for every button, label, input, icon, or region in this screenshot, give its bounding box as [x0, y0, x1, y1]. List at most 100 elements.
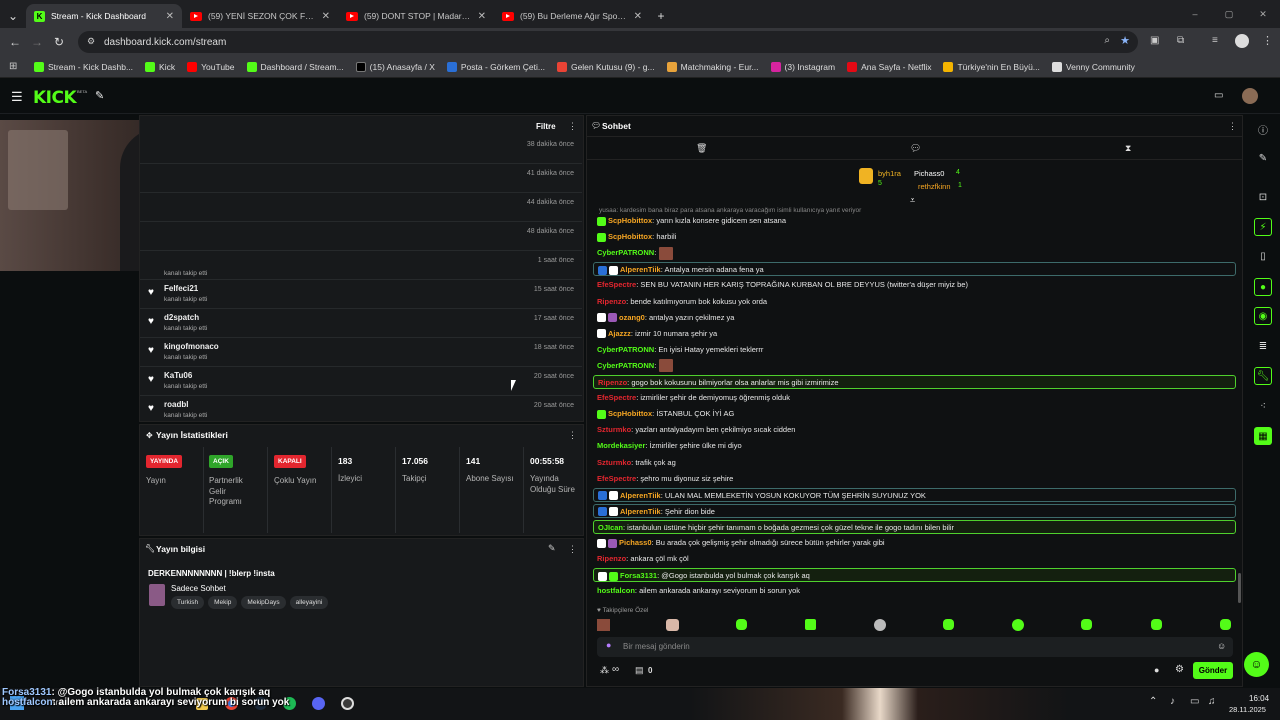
help-chat-button[interactable]: ☺	[1244, 652, 1269, 677]
microphone-icon[interactable]: ●	[606, 640, 611, 650]
zoom-icon[interactable]: ⌕	[1104, 35, 1110, 46]
chat-message[interactable]: AlperenTiik: ULAN MAL MEMLEKETİN YOSUN K…	[593, 487, 1236, 502]
volume-icon[interactable]: ♫	[1208, 696, 1216, 707]
hamburger-menu-icon[interactable]: ☰	[11, 89, 23, 105]
chat-username[interactable]: CyberPATRONN	[597, 361, 654, 370]
media-icon[interactable]: ≡	[1212, 35, 1218, 46]
chat-message[interactable]: AlperenTiik: Antalya mersin adana fena y…	[593, 262, 1236, 277]
bookmark-item[interactable]: Matchmaking - Eur...	[666, 61, 759, 72]
nodes-icon[interactable]: ⁖	[1254, 397, 1272, 415]
tray-chevron-icon[interactable]: ⌃	[1149, 696, 1157, 707]
tab-youtube-2[interactable]: (59) DONT STOP | Madara Oldu ✕	[338, 4, 494, 28]
wrench-tool-icon[interactable]: 🔧︎	[1254, 367, 1272, 385]
lightning-icon[interactable]: ⚡︎	[1254, 218, 1272, 236]
reload-icon[interactable]: ↻	[48, 35, 70, 49]
chat-message[interactable]: Ripenzo: ankara çöl mk çöl	[593, 552, 1236, 566]
chat-message[interactable]: Szturmko: yazları antalyadayım ben çekil…	[593, 423, 1236, 437]
discord-icon[interactable]	[312, 697, 325, 710]
tab-youtube-3[interactable]: (59) Bu Derleme Ağır Spoiler İç ✕	[494, 4, 650, 28]
tab-youtube-1[interactable]: (59) YENİ SEZON ÇOK FENA BA ✕	[182, 4, 338, 28]
back-icon[interactable]: ←	[4, 35, 26, 49]
chat-bubble-small-icon[interactable]: ●	[1154, 665, 1159, 675]
activity-menu-icon[interactable]: ⋮	[568, 121, 577, 132]
broadcast-icon[interactable]: ◉	[1254, 307, 1272, 325]
activity-username[interactable]: kingofmonaco	[164, 342, 219, 351]
chat-message[interactable]: EfeSpectre: şehro mu diyonuz siz şehire	[593, 472, 1236, 486]
profile-icon[interactable]	[1235, 34, 1249, 48]
activity-username[interactable]: Felfeci21	[164, 284, 198, 293]
info-icon[interactable]: ⓘ	[1254, 120, 1272, 138]
gifter-name[interactable]: Pichass0	[914, 169, 944, 178]
chat-message[interactable]: hostfalcon: ailem ankarada ankarayı sevi…	[593, 584, 1236, 598]
send-button[interactable]: Gönder	[1193, 662, 1233, 679]
obs-icon[interactable]	[341, 697, 354, 710]
close-tab-icon[interactable]: ✕	[478, 11, 486, 22]
close-tab-icon[interactable]: ✕	[634, 11, 642, 22]
clock-date[interactable]: 28.11.2025	[1229, 705, 1266, 714]
apps-grid-icon[interactable]: ⊞	[9, 61, 17, 72]
tab-trash[interactable]: 🗑︎	[696, 143, 707, 154]
chat-username[interactable]: Forsa3131	[620, 571, 657, 580]
chat-message[interactable]: Ajazzz: izmir 10 numara şehir ya	[593, 327, 1236, 341]
chat-message[interactable]: Forsa3131: @Gogo istanbulda yol bulmak ç…	[593, 568, 1236, 583]
chat-message[interactable]: Ripenzo: bende katılmıyorum bok kokusu y…	[593, 295, 1236, 309]
emote[interactable]	[666, 619, 679, 631]
chat-username[interactable]: AlperenTiik	[620, 491, 661, 500]
chat-message[interactable]: ScpHobittox: İSTANBUL ÇOK İYİ AG	[593, 407, 1236, 421]
chat-message[interactable]: ozang0: antalya yazın çekilmez ya	[593, 311, 1236, 325]
new-tab-button[interactable]: +	[650, 4, 672, 28]
avatar[interactable]	[1242, 88, 1258, 104]
chat-username[interactable]: Szturmko	[597, 425, 631, 434]
chat-username[interactable]: EfeSpectre	[597, 280, 636, 289]
stream-info-menu-icon[interactable]: ⋮	[568, 544, 577, 555]
chat-username[interactable]: Pichass0	[619, 538, 652, 547]
chat-message[interactable]: AlperenTiik: Şehir dion bide	[593, 503, 1236, 518]
bookmark-item[interactable]: Stream - Kick Dashb...	[34, 61, 133, 72]
pinned-chevron-icon[interactable]: ⩡	[910, 195, 915, 206]
bookmark-item[interactable]: Türkiye'nin En Büyü...	[943, 61, 1040, 72]
chat-username[interactable]: EfeSpectre	[597, 474, 636, 483]
bookmark-item[interactable]: (15) Anasayfa / X	[355, 61, 435, 72]
url-input[interactable]: ⚙ dashboard.kick.com/stream ⌕ ★	[78, 31, 1138, 53]
activity-username[interactable]: d2spatch	[164, 313, 199, 322]
page-icon[interactable]: ▯	[1254, 247, 1272, 265]
pin-icon[interactable]: ✎	[95, 89, 104, 102]
chat-message[interactable]: Mordekasiyer: İzmirliler şehire ülke mi …	[593, 439, 1236, 453]
chat-username[interactable]: ScpHobittox	[608, 216, 652, 225]
emote[interactable]	[874, 619, 886, 631]
grid-add-icon[interactable]: ▦	[1254, 427, 1272, 445]
bookmark-item[interactable]: Venny Community	[1051, 61, 1135, 72]
chat-message[interactable]: Ripenzo: gogo bok kokusunu bilmiyorlar o…	[593, 375, 1236, 389]
chat-username[interactable]: Szturmko	[597, 458, 631, 467]
filter-button[interactable]: Filtre	[536, 122, 556, 131]
menu-kebab-icon[interactable]: ⋮	[1262, 34, 1273, 47]
tag[interactable]: Mekip	[208, 596, 238, 609]
chat-username[interactable]: ScpHobittox	[608, 232, 652, 241]
emote[interactable]	[1220, 619, 1231, 630]
kick-logo[interactable]: KICK	[33, 88, 77, 108]
bookmark-item[interactable]: (3) Instagram	[770, 61, 835, 72]
chat-message[interactable]: ScpHobittox: harbili	[593, 230, 1236, 244]
chat-username[interactable]: Ripenzo	[597, 554, 626, 563]
chat-message[interactable]: OJIcan: istanbulun üstüne hiçbir şehir t…	[593, 519, 1236, 534]
tab-chat[interactable]: 💬︎	[910, 143, 921, 154]
chat-message[interactable]: CyberPATRONN: En iyisi Hatay yemekleri t…	[593, 343, 1236, 357]
network-icon[interactable]: ▭	[1190, 696, 1199, 707]
chat-username[interactable]: CyberPATRONN	[597, 345, 654, 354]
close-tab-icon[interactable]: ✕	[322, 11, 330, 22]
chat-input[interactable]: ● Bir mesaj gönderin ☺	[597, 637, 1233, 657]
chat-tool-icon[interactable]: ●	[1254, 278, 1272, 296]
bookmark-item[interactable]: Ana Sayfa - Netflix	[847, 61, 931, 72]
close-tab-icon[interactable]: ✕	[166, 11, 174, 22]
edit-icon[interactable]: ✎	[1254, 149, 1272, 167]
bookmark-item[interactable]: Kick	[145, 61, 175, 72]
category-name[interactable]: Sadece Sohbet	[171, 584, 226, 593]
activity-username[interactable]: roadbl	[164, 400, 188, 409]
chat-message[interactable]: EfeSpectre: izmirliler şehir de demiyomu…	[593, 391, 1236, 405]
bookmark-item[interactable]: YouTube	[187, 61, 235, 72]
emote[interactable]	[1012, 619, 1024, 631]
card-icon[interactable]: ▭	[1214, 90, 1223, 101]
chat-message[interactable]: Szturmko: trafik çok ag	[593, 456, 1236, 470]
close-window-button[interactable]: ✕	[1246, 0, 1280, 28]
tab-slowmode[interactable]: ⧗	[1125, 143, 1131, 154]
